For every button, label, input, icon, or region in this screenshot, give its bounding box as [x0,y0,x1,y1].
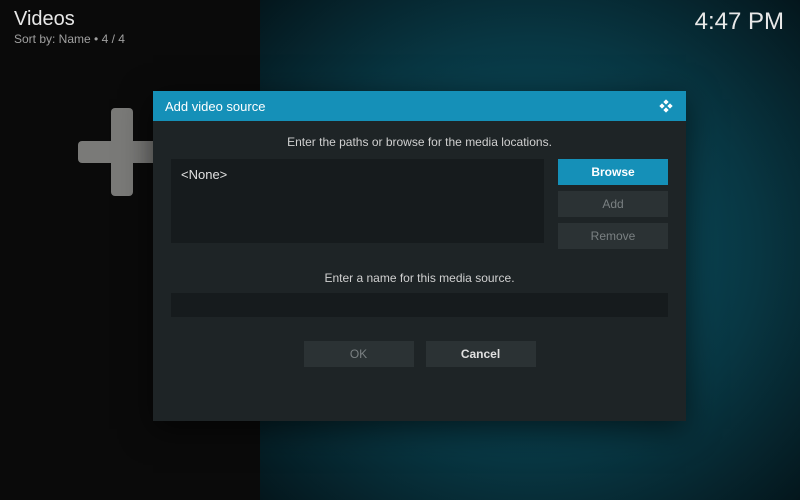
clock: 4:47 PM [695,8,784,36]
browse-button[interactable]: Browse [558,159,668,185]
source-name-input[interactable] [171,293,668,317]
add-path-button[interactable]: Add [558,191,668,217]
page-title: Videos [14,8,75,31]
sort-label: Sort by: Name [14,32,91,46]
path-list[interactable]: <None> [171,159,544,243]
sort-separator: • [94,32,98,46]
plus-icon [111,108,133,196]
kodi-icon [658,98,674,114]
path-value: <None> [181,167,534,182]
dialog-header: Add video source [153,91,686,121]
name-instruction: Enter a name for this media source. [153,271,686,285]
cancel-button[interactable]: Cancel [426,341,536,367]
sort-count: 4 / 4 [102,32,125,46]
dialog-title: Add video source [165,99,265,114]
ok-button[interactable]: OK [304,341,414,367]
remove-path-button[interactable]: Remove [558,223,668,249]
sort-status: Sort by: Name • 4 / 4 [14,32,125,46]
add-video-source-dialog: Add video source Enter the paths or brow… [153,91,686,421]
paths-instruction: Enter the paths or browse for the media … [153,135,686,149]
